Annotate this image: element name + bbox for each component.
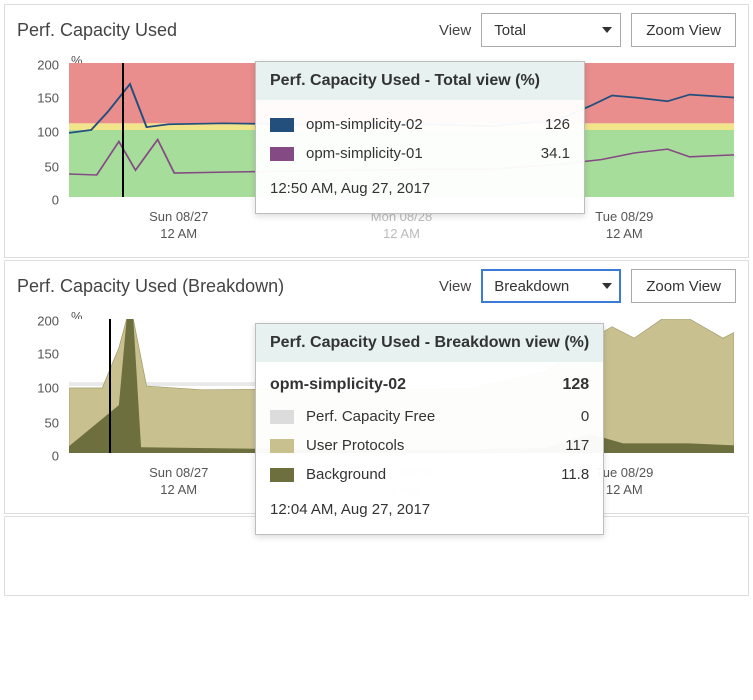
tooltip-item-value: 34.1: [541, 145, 570, 162]
y-tick: 50: [45, 159, 59, 174]
y-tick: 0: [52, 192, 59, 207]
y-tick: 0: [52, 448, 59, 463]
tooltip-item: User Protocols 117: [270, 431, 589, 460]
tooltip-title: Perf. Capacity Used - Total view (%): [256, 62, 584, 100]
panel-breakdown: Perf. Capacity Used (Breakdown) View Bre…: [4, 260, 749, 514]
tooltip-item: opm-simplicity-01 34.1: [270, 139, 570, 168]
swatch-icon: [270, 147, 294, 161]
tooltip-title: Perf. Capacity Used - Breakdown view (%): [256, 324, 603, 362]
tooltip-item-value: 126: [545, 116, 570, 133]
y-tick: 150: [37, 346, 59, 361]
x-tick: Tue 08/29 12 AM: [515, 209, 734, 249]
y-tick: 200: [37, 57, 59, 72]
tooltip-time: 12:04 AM, Aug 27, 2017: [270, 489, 589, 524]
view-label: View: [439, 22, 471, 39]
tooltip-item-name: Perf. Capacity Free: [306, 408, 435, 425]
panel-title: Perf. Capacity Used: [17, 20, 429, 41]
x-tick: Mon 08/28 12 AM: [292, 209, 511, 249]
tooltip-item: Perf. Capacity Free 0: [270, 402, 589, 431]
plot-total-wrap: % 200 150 100 50 0: [5, 57, 748, 257]
panel-title: Perf. Capacity Used (Breakdown): [17, 276, 429, 297]
tooltip-item-value: 117: [565, 437, 589, 454]
y-tick: 100: [37, 125, 59, 140]
hover-marker: [122, 63, 124, 197]
chevron-down-icon: [602, 27, 612, 33]
tooltip-time: 12:50 AM, Aug 27, 2017: [270, 168, 570, 203]
tooltip-breakdown: Perf. Capacity Used - Breakdown view (%)…: [255, 323, 604, 535]
y-tick: 100: [37, 381, 59, 396]
tooltip-body: opm-simplicity-02 128 Perf. Capacity Fre…: [256, 362, 603, 534]
swatch-icon: [270, 468, 294, 482]
y-tick: 150: [37, 90, 59, 105]
chevron-down-icon: [602, 283, 612, 289]
y-axis: 200 150 100 50 0: [13, 313, 65, 463]
swatch-icon: [270, 439, 294, 453]
tooltip-node-row: opm-simplicity-02 128: [270, 372, 589, 402]
tooltip-item-name: User Protocols: [306, 437, 404, 454]
tooltip-item: opm-simplicity-02 126: [270, 110, 570, 139]
tooltip-item: Background 11.8: [270, 460, 589, 489]
plot-breakdown-wrap: % 200 150 100 50 0: [5, 313, 748, 513]
panel-total-header: Perf. Capacity Used View Total Zoom View: [5, 5, 748, 51]
zoom-view-button[interactable]: Zoom View: [631, 13, 736, 47]
zoom-view-button[interactable]: Zoom View: [631, 269, 736, 303]
panel-total: Perf. Capacity Used View Total Zoom View…: [4, 4, 749, 258]
tooltip-item-name: opm-simplicity-01: [306, 145, 423, 162]
tooltip-item-name: opm-simplicity-02: [306, 116, 423, 133]
y-axis: 200 150 100 50 0: [13, 57, 65, 207]
view-select-value: Total: [494, 22, 526, 39]
y-tick: 200: [37, 313, 59, 328]
swatch-icon: [270, 118, 294, 132]
view-select-breakdown[interactable]: Breakdown: [481, 269, 621, 303]
view-select-value: Breakdown: [494, 278, 569, 295]
view-select-total[interactable]: Total: [481, 13, 621, 47]
y-tick: 50: [45, 415, 59, 430]
hover-marker: [109, 319, 111, 453]
tooltip-node-name: opm-simplicity-02: [270, 376, 406, 394]
swatch-icon: [270, 410, 294, 424]
view-label: View: [439, 278, 471, 295]
x-tick: Sun 08/27 12 AM: [69, 209, 288, 249]
x-axis: Sun 08/27 12 AM Mon 08/28 12 AM Tue 08/2…: [69, 209, 734, 249]
tooltip-body: opm-simplicity-02 126 opm-simplicity-01 …: [256, 100, 584, 213]
panel-breakdown-header: Perf. Capacity Used (Breakdown) View Bre…: [5, 261, 748, 307]
tooltip-item-name: Background: [306, 466, 386, 483]
tooltip-item-value: 0: [581, 408, 589, 425]
tooltip-item-value: 11.8: [561, 466, 589, 483]
tooltip-total: Perf. Capacity Used - Total view (%) opm…: [255, 61, 585, 214]
tooltip-node-total: 128: [563, 376, 590, 394]
